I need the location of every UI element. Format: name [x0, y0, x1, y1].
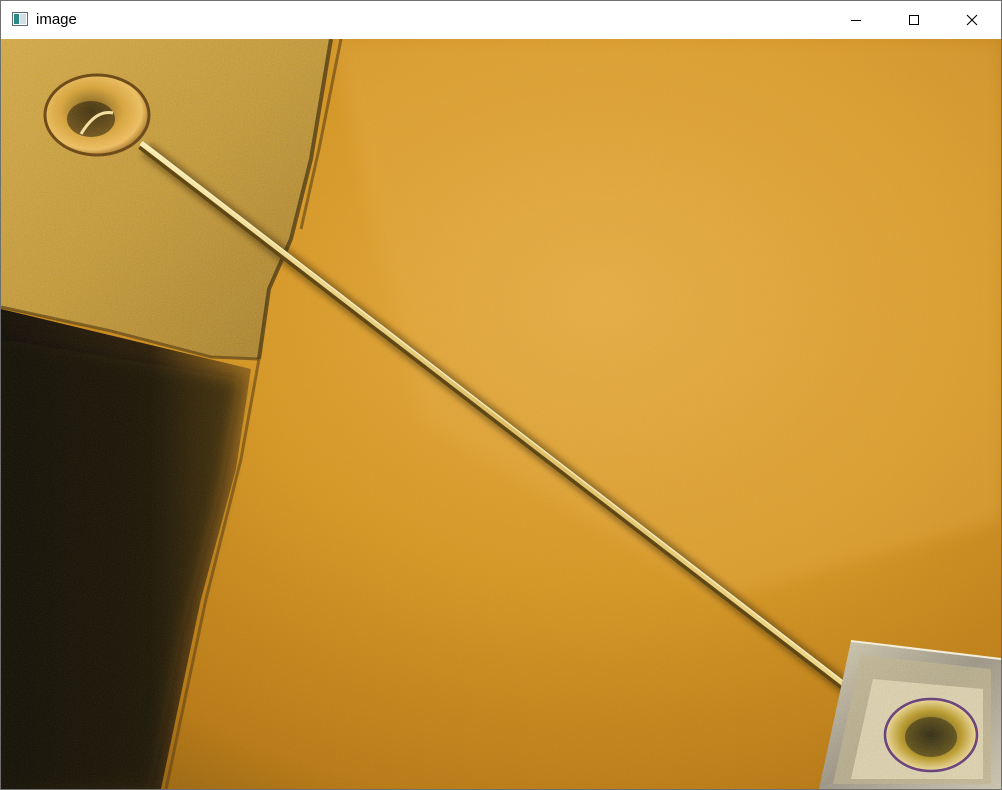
- close-icon: [966, 14, 978, 26]
- app-icon: [12, 12, 28, 26]
- maximize-button[interactable]: [885, 1, 943, 39]
- close-button[interactable]: [943, 1, 1001, 39]
- title-bar[interactable]: image: [1, 1, 1001, 39]
- image-canvas[interactable]: [1, 39, 1001, 789]
- minimize-icon: [851, 20, 861, 21]
- image-window: image: [0, 0, 1002, 790]
- micrograph-image: [1, 39, 1001, 789]
- minimize-button[interactable]: [827, 1, 885, 39]
- maximize-icon: [909, 15, 919, 25]
- window-title: image: [36, 11, 77, 28]
